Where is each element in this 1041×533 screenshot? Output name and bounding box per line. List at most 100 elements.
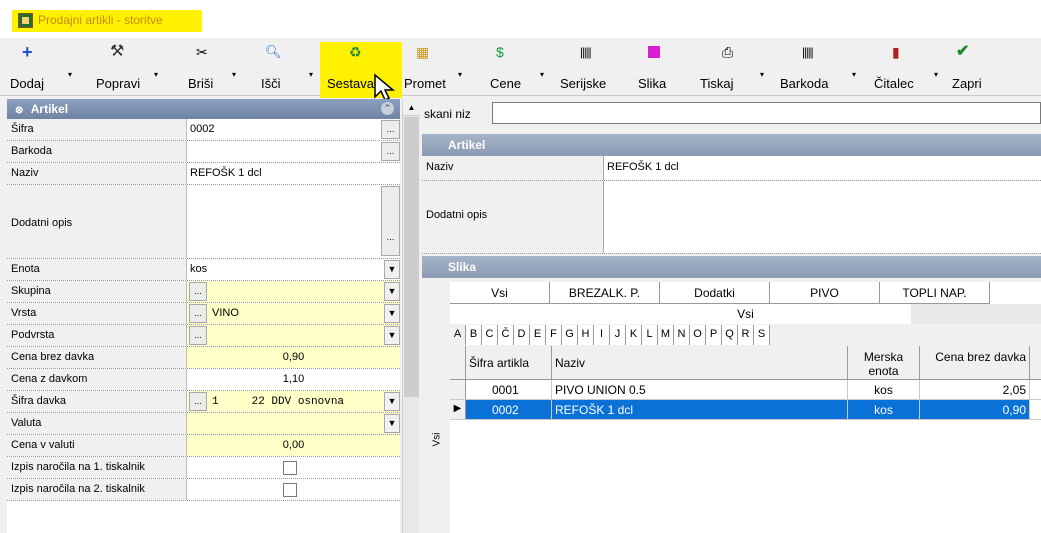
letter-filter-item[interactable]: B — [466, 325, 482, 345]
dollar-icon: $ — [496, 44, 504, 60]
letter-filter-item[interactable]: P — [706, 325, 722, 345]
column-header-naziv[interactable]: Naziv — [552, 346, 848, 379]
promet-button[interactable]: ▦ ▾ Promet — [404, 40, 464, 94]
column-header-sifra[interactable]: Šifra artikla — [466, 346, 552, 379]
letter-filter-item[interactable]: M — [658, 325, 674, 345]
search-button[interactable]: 🔍︎ ▾ Išči — [255, 40, 315, 94]
letter-filter-item[interactable]: Q — [722, 325, 738, 345]
right-panel: skani niz Artikel Naziv REFOŠK 1 dcl Dod… — [422, 99, 1041, 533]
table-row-selected[interactable]: ▶ 0002 REFOŠK 1 dcl kos 0,90 — [450, 400, 1041, 420]
cena-v-valuti-field[interactable]: 0,00 — [187, 435, 400, 456]
letter-filter-item[interactable]: C — [482, 325, 498, 345]
reader-button[interactable]: ▮ ▾ Čitalec — [872, 40, 938, 94]
search-icon: 🔍︎ — [265, 44, 282, 59]
browse-button[interactable]: ... — [189, 304, 207, 323]
delete-button[interactable]: ✂ ▾ Briši — [180, 40, 240, 94]
print-button[interactable]: ⎙ ▾ Tiskaj — [698, 40, 765, 94]
sifra-davka-select[interactable]: ... 1 22 DDV osnovna ▼ — [187, 391, 400, 412]
letter-filter-item[interactable]: G — [562, 325, 578, 345]
cena-brez-davka-field[interactable]: 0,90 — [187, 347, 400, 368]
tab-brezalk[interactable]: BREZALK. P. — [550, 282, 660, 304]
chevron-down-icon[interactable]: ▼ — [384, 282, 400, 301]
traffic-icon: ▦ — [416, 44, 430, 60]
letter-filter-item[interactable]: I — [594, 325, 610, 345]
search-label: skani niz — [424, 107, 471, 121]
title-bar: Prodajni artikli - storitve — [0, 0, 1041, 38]
chevron-down-icon[interactable]: ▼ — [384, 326, 400, 345]
letter-filter-item[interactable]: Č — [498, 325, 514, 345]
chevron-down-icon: ▾ — [309, 70, 314, 79]
scroll-up-icon[interactable]: ▲ — [403, 99, 420, 116]
tab-pivo[interactable]: PIVO — [770, 282, 880, 304]
browse-button[interactable]: ... — [381, 186, 400, 256]
browse-button[interactable]: ... — [381, 142, 400, 161]
filter-bar[interactable]: Vsi — [450, 304, 1041, 324]
left-scrollbar[interactable]: ▲ — [402, 99, 420, 533]
browse-button[interactable]: ... — [381, 120, 400, 139]
barcode-icon: ||||| — [802, 45, 814, 59]
chevron-down-icon[interactable]: ▼ — [384, 304, 400, 323]
tab-topli-nap[interactable]: TOPLI NAP. — [880, 282, 990, 304]
collapse-icon[interactable]: ⌃ — [381, 102, 394, 115]
chevron-down-icon[interactable]: ▼ — [384, 392, 400, 411]
scrollbar-thumb[interactable] — [404, 117, 419, 397]
browse-button[interactable]: ... — [189, 282, 207, 301]
table-row[interactable]: 0001 PIVO UNION 0.5 kos 2,05 — [450, 380, 1041, 400]
field-sifra: Šifra 0002 ... — [7, 119, 400, 141]
podvrsta-select[interactable]: ... ▼ — [187, 325, 400, 346]
letter-filter-item[interactable]: R — [738, 325, 754, 345]
tab-dodatki[interactable]: Dodatki — [660, 282, 770, 304]
barkoda-field[interactable]: ... — [187, 141, 400, 162]
letter-filter-item[interactable]: J — [610, 325, 626, 345]
browse-button[interactable]: ... — [189, 392, 207, 411]
letter-filter-item[interactable]: H — [578, 325, 594, 345]
app-icon — [18, 13, 33, 28]
image-button[interactable]: Slika — [634, 40, 682, 94]
enota-select[interactable]: kos ▼ — [187, 259, 400, 280]
naziv-field[interactable]: REFOŠK 1 dcl — [187, 163, 400, 184]
letter-filter-item[interactable]: N — [674, 325, 690, 345]
chevron-down-icon[interactable]: ▼ — [384, 260, 400, 279]
letter-filter-item[interactable]: E — [530, 325, 546, 345]
edit-button[interactable]: ⚒ ▾ Popravi — [84, 40, 158, 94]
tab-vsi[interactable]: Vsi — [450, 282, 550, 304]
serials-button[interactable]: ||||| Serijske — [558, 40, 618, 94]
letter-filter-item[interactable]: A — [450, 325, 466, 345]
letter-filter-item[interactable]: F — [546, 325, 562, 345]
search-input[interactable] — [492, 102, 1041, 124]
column-header-cena[interactable]: Cena brez davka — [920, 346, 1030, 379]
chevron-down-icon[interactable]: ▼ — [384, 414, 400, 433]
field-vrsta: Vrsta ... VINO ▼ — [7, 303, 400, 325]
letter-filter-item[interactable]: O — [690, 325, 706, 345]
izpis-2-checkbox[interactable] — [283, 483, 297, 497]
article-section-header: Artikel — [422, 134, 1041, 156]
letter-filter-item[interactable]: S — [754, 325, 770, 345]
column-header-enota[interactable]: Merska enota — [848, 346, 920, 379]
article-name-row: Naziv REFOŠK 1 dcl — [422, 156, 1041, 181]
letter-filter-item[interactable]: L — [642, 325, 658, 345]
browse-button[interactable]: ... — [189, 326, 207, 345]
chevron-down-icon: ▾ — [760, 70, 765, 79]
valuta-select[interactable]: ▼ — [187, 413, 400, 434]
chevron-down-icon: ▾ — [934, 70, 939, 79]
side-filter-label: Vsi — [431, 432, 443, 447]
hammer-icon: ⚒ — [110, 43, 125, 60]
chevron-down-icon: ▾ — [68, 70, 73, 79]
barcode-button[interactable]: ||||| ▾ Barkoda — [778, 40, 856, 94]
dodatni-opis-field[interactable]: ... — [187, 185, 400, 258]
letter-filter-item[interactable]: D — [514, 325, 530, 345]
skupina-select[interactable]: ... ▼ — [187, 281, 400, 302]
article-form-header[interactable]: ⊗ Artikel ⌃ — [7, 99, 400, 119]
article-form: ⊗ Artikel ⌃ Šifra 0002 ... Barkoda ... N… — [7, 99, 400, 533]
letter-filter-item[interactable]: K — [626, 325, 642, 345]
izpis-1-checkbox[interactable] — [283, 461, 297, 475]
image-section-header: Slika — [422, 256, 1041, 278]
row-pointer-icon: ▶ — [450, 400, 466, 419]
vrsta-select[interactable]: ... VINO ▼ — [187, 303, 400, 324]
close-button[interactable]: ✔ Zapri — [950, 40, 1000, 94]
prices-button[interactable]: $ ▾ Cene — [482, 40, 544, 94]
sifra-field[interactable]: 0002 ... — [187, 119, 400, 140]
add-button[interactable]: + ▾ Dodaj — [10, 40, 80, 94]
cena-z-davkom-field[interactable]: 1,10 — [187, 369, 400, 390]
chevron-down-icon: ▾ — [458, 70, 463, 79]
